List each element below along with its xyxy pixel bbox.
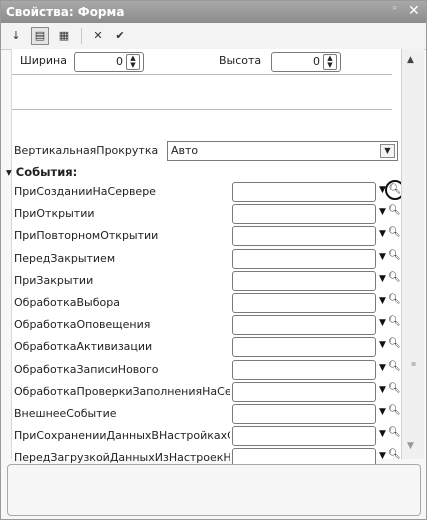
divider bbox=[12, 109, 392, 110]
event-row[interactable]: ОбработкаАктивизации ▼ 🔍︎ bbox=[12, 335, 402, 358]
toolbar-separator bbox=[81, 28, 82, 44]
event-row[interactable]: ПриСозданииНаСервере ▼ 🔍︎ bbox=[12, 180, 405, 203]
event-name: ПриСохраненииДанныхВНастройкахС bbox=[14, 429, 230, 443]
vertical-scroll-select[interactable]: Авто ▼ bbox=[167, 141, 398, 161]
search-icon[interactable]: 🔍︎ bbox=[388, 383, 401, 397]
search-icon[interactable]: 🔍︎ bbox=[388, 250, 401, 264]
dropdown-arrow-icon[interactable]: ▼ bbox=[379, 296, 386, 306]
event-handler-field[interactable] bbox=[232, 337, 376, 358]
dropdown-arrow-icon[interactable]: ▼ bbox=[379, 451, 386, 461]
event-handler-field[interactable] bbox=[232, 182, 376, 202]
width-input[interactable]: 0 ▲ ▼ bbox=[74, 52, 144, 72]
event-row[interactable]: ОбработкаЗаписиНового ▼ 🔍︎ bbox=[12, 358, 402, 381]
event-row[interactable]: ПриСохраненииДанныхВНастройкахС ▼ 🔍︎ bbox=[12, 424, 402, 447]
event-name: ОбработкаПроверкиЗаполненияНаСе bbox=[14, 384, 230, 398]
dropdown-arrow-icon[interactable]: ▼ bbox=[379, 318, 386, 328]
event-row[interactable]: ПередЗакрытием ▼ 🔍︎ bbox=[12, 247, 402, 270]
search-icon[interactable]: 🔍︎ bbox=[388, 272, 401, 286]
title-bar: Свойства: Форма ᵖ ✕ bbox=[1, 1, 426, 23]
events-section-header[interactable]: ▾ События: bbox=[6, 165, 77, 179]
scroll-up-icon[interactable]: ▲ bbox=[407, 55, 414, 65]
width-spinner[interactable]: ▲ ▼ bbox=[126, 54, 140, 70]
width-label: Ширина bbox=[20, 54, 67, 67]
dropdown-arrow-icon[interactable]: ▼ bbox=[379, 207, 386, 217]
event-name: ПриЗакрытии bbox=[14, 273, 94, 287]
dropdown-arrow-icon[interactable]: ▼ bbox=[380, 144, 395, 158]
close-icon[interactable]: ✕ bbox=[408, 3, 420, 19]
check-icon[interactable]: ✔ bbox=[111, 27, 129, 45]
event-handler-field[interactable] bbox=[232, 270, 376, 291]
search-icon[interactable]: 🔍︎ bbox=[388, 338, 401, 352]
event-row[interactable]: ОбработкаПроверкиЗаполненияНаСе ▼ 🔍︎ bbox=[12, 380, 402, 403]
width-value: 0 bbox=[116, 55, 123, 68]
list-icon[interactable]: ▦ bbox=[55, 27, 73, 45]
dropdown-arrow-icon[interactable]: ▼ bbox=[379, 363, 386, 373]
event-handler-field[interactable] bbox=[232, 381, 376, 402]
event-name: ОбработкаОповещения bbox=[14, 318, 151, 332]
event-row[interactable]: ПриОткрытии ▼ 🔍︎ bbox=[12, 202, 402, 225]
event-handler-field[interactable] bbox=[232, 204, 376, 225]
toolbar: ↓ ▤ ▦ ✕ ✔ bbox=[1, 23, 426, 50]
vertical-scroll-value: Авто bbox=[171, 144, 199, 157]
event-name: ОбработкаВыбора bbox=[14, 296, 120, 309]
dropdown-arrow-icon[interactable]: ▼ bbox=[379, 407, 386, 417]
categories-icon[interactable]: ▤ bbox=[31, 27, 49, 45]
event-handler-field[interactable] bbox=[232, 426, 376, 447]
properties-window: Свойства: Форма ᵖ ✕ ↓ ▤ ▦ ✕ ✔ Ширина 0 ▲… bbox=[0, 0, 427, 520]
search-icon[interactable]: 🔍︎ bbox=[388, 294, 401, 308]
event-handler-field[interactable] bbox=[232, 293, 376, 313]
dropdown-arrow-icon[interactable]: ▼ bbox=[379, 385, 386, 395]
event-handler-field[interactable] bbox=[232, 359, 376, 380]
dropdown-arrow-icon[interactable]: ▼ bbox=[379, 274, 386, 284]
size-row: Ширина 0 ▲ ▼ Высота 0 ▲ ▼ bbox=[12, 51, 402, 73]
event-handler-field[interactable] bbox=[232, 226, 376, 247]
search-icon[interactable]: 🔍︎ bbox=[388, 227, 401, 241]
event-handler-field[interactable] bbox=[232, 315, 376, 336]
vertical-scroll-label: ВертикальнаяПрокрутка bbox=[14, 144, 159, 157]
event-row[interactable]: ПриЗакрытии ▼ 🔍︎ bbox=[12, 269, 402, 292]
dropdown-arrow-icon[interactable]: ▼ bbox=[379, 340, 386, 350]
event-row[interactable]: ОбработкаВыбора ▼ 🔍︎ bbox=[12, 291, 402, 314]
search-icon[interactable]: 🔍︎ bbox=[388, 316, 401, 330]
scroll-thumb-indicator: ▪ bbox=[411, 359, 417, 368]
search-icon[interactable]: 🔍︎ bbox=[388, 205, 401, 219]
search-icon[interactable]: 🔍︎ bbox=[388, 427, 401, 441]
dropdown-arrow-icon[interactable]: ▼ bbox=[379, 252, 386, 262]
event-name: ПриПовторномОткрытии bbox=[14, 229, 159, 243]
event-handler-field[interactable] bbox=[232, 248, 376, 269]
event-name: ПередЗакрытием bbox=[14, 251, 116, 265]
height-input[interactable]: 0 ▲ ▼ bbox=[271, 52, 341, 72]
event-handler-field[interactable] bbox=[232, 404, 376, 424]
scroll-down-icon[interactable]: ▼ bbox=[407, 441, 414, 451]
height-value: 0 bbox=[313, 55, 320, 68]
divider bbox=[12, 74, 392, 75]
event-row[interactable]: ПриПовторномОткрытии ▼ 🔍︎ bbox=[12, 224, 402, 247]
description-panel bbox=[7, 464, 421, 516]
delete-icon[interactable]: ✕ bbox=[89, 27, 107, 45]
height-spinner[interactable]: ▲ ▼ bbox=[323, 54, 337, 70]
height-label: Высота bbox=[219, 54, 262, 67]
event-name: ПриСозданииНаСервере bbox=[14, 185, 156, 198]
window-title: Свойства: Форма bbox=[6, 5, 125, 19]
search-icon[interactable]: 🔍︎ bbox=[388, 449, 401, 463]
event-name: ВнешнееСобытие bbox=[14, 407, 117, 420]
vertical-scrollbar[interactable]: ▲ ▪ ▼ bbox=[401, 49, 424, 459]
sort-icon[interactable]: ↓ bbox=[7, 27, 25, 45]
dropdown-arrow-icon[interactable]: ▼ bbox=[379, 229, 386, 239]
properties-panel: Ширина 0 ▲ ▼ Высота 0 ▲ ▼ ВертикальнаяПрок… bbox=[6, 49, 405, 513]
event-row[interactable]: ВнешнееСобытие ▼ 🔍︎ bbox=[12, 402, 402, 425]
event-name: ОбработкаАктивизации bbox=[14, 340, 153, 354]
event-name: ПриОткрытии bbox=[14, 207, 95, 221]
search-icon[interactable]: 🔍︎ bbox=[388, 361, 401, 375]
event-name: ОбработкаЗаписиНового bbox=[14, 362, 159, 376]
event-name: ПередЗагрузкойДанныхИзНастроекН bbox=[14, 451, 230, 465]
search-icon[interactable]: 🔍︎ bbox=[388, 405, 401, 419]
event-row[interactable]: ОбработкаОповещения ▼ 🔍︎ bbox=[12, 313, 402, 336]
pin-icon[interactable]: ᵖ bbox=[393, 5, 397, 15]
dropdown-arrow-icon[interactable]: ▼ bbox=[379, 429, 386, 439]
